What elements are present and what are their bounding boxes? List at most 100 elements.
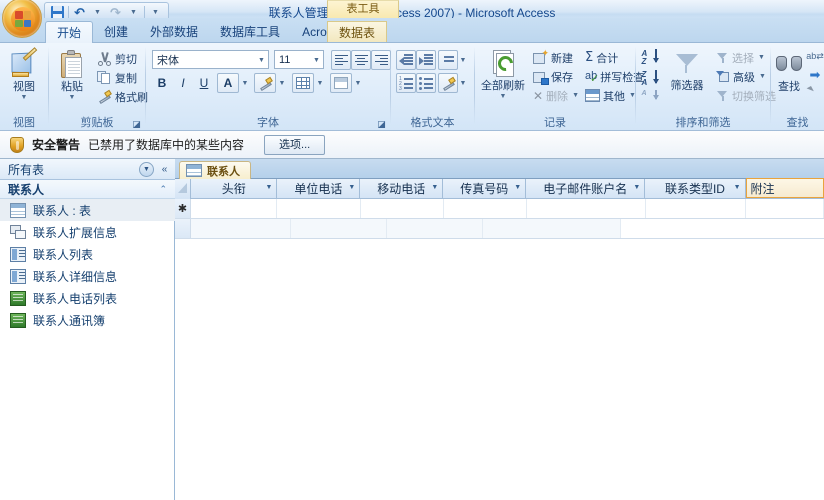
cell-title[interactable]: [191, 199, 278, 218]
chevron-down-icon[interactable]: ▼: [758, 54, 765, 61]
document-tab-contacts[interactable]: 联系人: [179, 161, 251, 179]
underline-button[interactable]: U: [194, 73, 214, 93]
font-dialog-launcher[interactable]: ◪: [376, 119, 387, 130]
nav-group-contacts[interactable]: 联系人 ⌃: [0, 180, 175, 199]
ltr-button[interactable]: [438, 50, 458, 70]
bold-button[interactable]: B: [152, 73, 172, 93]
row-selector[interactable]: [175, 219, 191, 238]
navigation-pane-header[interactable]: 所有表 ▼ «: [0, 159, 175, 180]
nav-item-contacts-extended[interactable]: 联系人扩展信息: [0, 221, 175, 243]
cut-button[interactable]: 剪切: [95, 49, 139, 68]
nav-item-contacts-address-book[interactable]: 联系人通讯簿: [0, 309, 175, 331]
new-record-marker[interactable]: ✱: [175, 199, 191, 218]
cell-mobile-phone[interactable]: [360, 199, 444, 218]
nav-item-contacts-list[interactable]: 联系人列表: [0, 243, 175, 265]
chevron-down-icon[interactable]: ▼: [514, 183, 521, 193]
cell-title[interactable]: [191, 219, 291, 238]
column-header-email[interactable]: 电子邮件账户名 ▼: [526, 179, 646, 198]
chevron-down-icon[interactable]: ▼: [479, 93, 527, 101]
align-left-button[interactable]: [331, 50, 351, 70]
cell-email[interactable]: [526, 199, 646, 218]
filter-button[interactable]: 筛选器: [664, 48, 710, 93]
gridlines-button[interactable]: [292, 73, 314, 93]
chevron-down-icon[interactable]: ▼: [265, 183, 272, 193]
cell-business-phone[interactable]: [291, 219, 387, 238]
decrease-indent-button[interactable]: [396, 50, 416, 70]
alternate-fill-button[interactable]: [330, 73, 352, 93]
align-right-button[interactable]: [371, 50, 391, 70]
table-row[interactable]: [175, 219, 824, 239]
font-color-dropdown[interactable]: ▼: [239, 73, 250, 93]
refresh-all-button[interactable]: 全部刷新 ▼: [479, 48, 527, 101]
toggle-filter-button[interactable]: 切换筛选: [714, 86, 778, 105]
tab-home[interactable]: 开始: [45, 21, 94, 43]
column-header-notes[interactable]: 附注: [745, 178, 824, 198]
select-all-button[interactable]: [175, 179, 191, 199]
clear-sort-button[interactable]: A: [640, 89, 660, 109]
font-size-input[interactable]: 11 ▼: [274, 50, 324, 69]
nav-item-contacts-details[interactable]: 联系人详细信息: [0, 265, 175, 287]
column-header-title[interactable]: 头衔 ▼: [191, 179, 278, 198]
chevron-down-icon[interactable]: ▼: [633, 183, 640, 193]
select-button[interactable]: [807, 84, 823, 100]
bullets-button[interactable]: [416, 73, 436, 93]
delete-record-button[interactable]: ✕ 删除 ▼: [531, 86, 581, 105]
ltr-dropdown[interactable]: ▼: [457, 50, 468, 70]
cell-contact-type-id[interactable]: [645, 199, 747, 218]
cell-business-phone[interactable]: [277, 199, 361, 218]
tab-database-tools[interactable]: 数据库工具: [209, 21, 291, 43]
chevron-down-icon[interactable]: ▼: [312, 55, 321, 66]
italic-button[interactable]: I: [173, 73, 193, 93]
chevron-down-icon[interactable]: ▼: [734, 183, 741, 193]
alternate-fill-dropdown[interactable]: ▼: [352, 73, 363, 93]
clipboard-dialog-launcher[interactable]: ◪: [131, 119, 142, 130]
chevron-down-icon[interactable]: ▼: [572, 92, 579, 99]
security-options-button[interactable]: 选项...: [264, 134, 326, 155]
sort-ascending-button[interactable]: AZ: [640, 47, 660, 68]
nav-item-contacts-table[interactable]: 联系人 : 表: [0, 199, 175, 221]
find-button[interactable]: 查找: [771, 49, 807, 94]
cell-fax-number[interactable]: [443, 199, 527, 218]
nav-item-contacts-phone-list[interactable]: 联系人电话列表: [0, 287, 175, 309]
tab-datasheet[interactable]: 数据表: [327, 21, 388, 43]
align-center-button[interactable]: [351, 50, 371, 70]
cell-notes[interactable]: [746, 199, 824, 218]
paste-button[interactable]: 粘贴 ▼: [51, 49, 93, 102]
more-button[interactable]: 其他 ▼: [583, 86, 638, 105]
format-painter-button[interactable]: 格式刷: [95, 87, 150, 106]
highlight-button[interactable]: [438, 73, 458, 93]
column-header-business-phone[interactable]: 单位电话 ▼: [277, 179, 361, 198]
view-button[interactable]: 视图 ▼: [1, 47, 47, 102]
advanced-button[interactable]: 高级 ▼: [714, 67, 768, 86]
chevron-down-icon[interactable]: ▼: [257, 55, 266, 66]
cell-email[interactable]: [483, 219, 621, 238]
font-name-input[interactable]: 宋体 ▼: [152, 50, 269, 69]
chevron-down-icon[interactable]: ▼: [1, 94, 47, 102]
fill-color-button[interactable]: [254, 73, 276, 93]
cell-mobile-phone[interactable]: [387, 219, 483, 238]
chevron-down-icon[interactable]: ▼: [51, 94, 93, 102]
tab-external-data[interactable]: 外部数据: [139, 21, 209, 43]
column-header-mobile-phone[interactable]: 移动电话 ▼: [360, 179, 444, 198]
totals-button[interactable]: Σ 合计: [583, 48, 620, 67]
font-color-button[interactable]: A: [217, 73, 239, 93]
sort-descending-button[interactable]: ZA: [640, 68, 660, 89]
replace-button[interactable]: ab⇄: [806, 48, 824, 64]
goto-button[interactable]: ➡: [807, 66, 823, 82]
collapse-pane-icon[interactable]: «: [157, 161, 172, 178]
increase-indent-button[interactable]: [416, 50, 436, 70]
tab-create[interactable]: 创建: [93, 21, 139, 43]
column-header-fax-number[interactable]: 传真号码 ▼: [443, 179, 527, 198]
selection-button[interactable]: 选择 ▼: [714, 48, 767, 67]
highlight-dropdown[interactable]: ▼: [457, 73, 468, 93]
fill-color-dropdown[interactable]: ▼: [276, 73, 287, 93]
gridlines-dropdown[interactable]: ▼: [314, 73, 325, 93]
chevron-down-icon[interactable]: ▼: [348, 183, 355, 193]
table-row[interactable]: ✱: [175, 199, 824, 219]
copy-button[interactable]: 复制: [95, 68, 139, 87]
new-record-button[interactable]: ✦ 新建: [531, 48, 575, 67]
chevron-down-icon[interactable]: ▼: [431, 183, 438, 193]
numbering-button[interactable]: 1 2 3: [396, 73, 416, 93]
chevron-up-icon[interactable]: ⌃: [159, 184, 167, 195]
save-record-button[interactable]: 保存: [531, 67, 575, 86]
